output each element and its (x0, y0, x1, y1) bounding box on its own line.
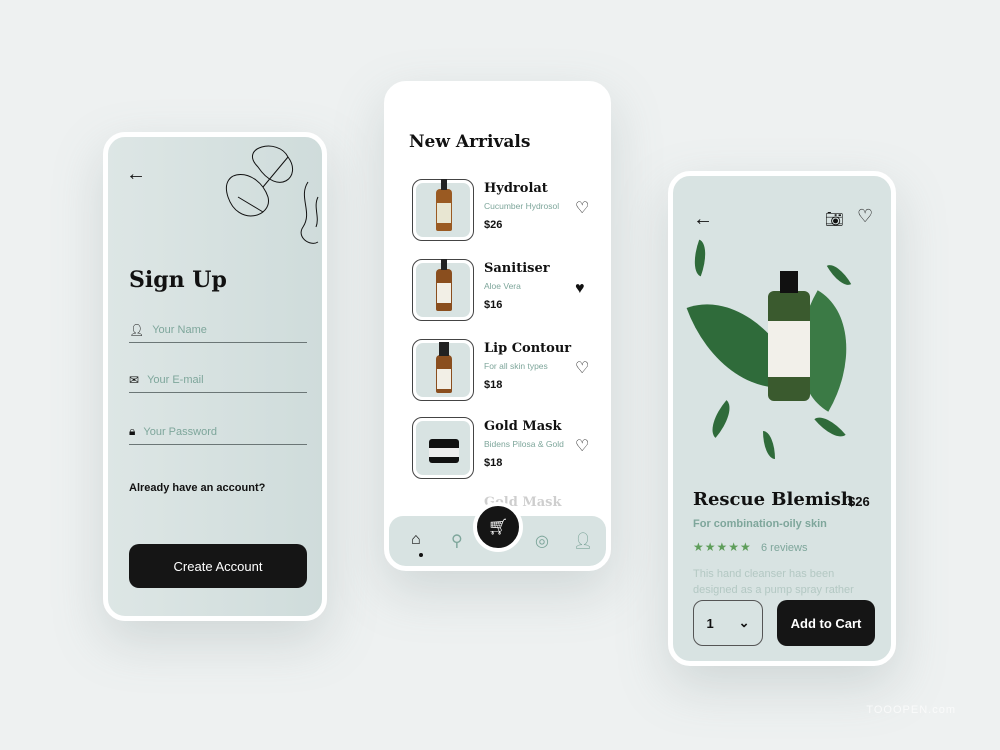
quantity-value: 1 (706, 615, 714, 631)
signup-screen: ← Sign Up 👤︎ Your Name ✉ Your E-mail 🔒︎ You… (103, 132, 327, 621)
product-detail-screen: ← 📷︎ ♡ Rescue Blemish $26 For combinatio… (668, 171, 896, 666)
home-icon[interactable]: ⌂ (411, 531, 421, 549)
active-indicator (419, 553, 423, 557)
product-thumbnail (412, 179, 474, 241)
list-item[interactable]: Lip Contour For all skin types $18 ♡ (409, 339, 599, 403)
email-field[interactable]: ✉ Your E-mail (129, 367, 307, 393)
item-name: Hydrolat (484, 181, 548, 196)
heart-outline-icon[interactable]: ♡ (857, 206, 873, 227)
item-price: $18 (484, 379, 503, 391)
password-field[interactable]: 🔒︎ Your Password (129, 419, 307, 445)
product-subtitle: For combination-oily skin (693, 518, 827, 530)
item-name: Gold Mask (484, 419, 562, 434)
product-image (673, 231, 891, 471)
heart-filled-icon[interactable]: ♥ (575, 281, 585, 297)
add-to-cart-button[interactable]: Add to Cart (777, 600, 875, 646)
product-description: This hand cleanser has been designed as … (693, 568, 854, 596)
search-icon[interactable]: ⚲ (451, 531, 463, 551)
product-name: Rescue Blemish (693, 489, 854, 510)
section-title: New Arrivals (409, 132, 531, 152)
create-account-button[interactable]: Create Account (129, 544, 307, 588)
password-placeholder: Your Password (143, 425, 217, 438)
profile-icon[interactable]: 👤︎ (573, 531, 593, 551)
product-thumbnail (412, 259, 474, 321)
camera-icon[interactable]: 📷︎ (825, 210, 844, 228)
item-price: $26 (484, 219, 503, 231)
star-rating: ★★★★★ (693, 540, 752, 554)
item-subtitle: Cucumber Hydrosol (484, 201, 560, 211)
cart-icon[interactable]: 🛒︎ (473, 502, 523, 552)
heart-outline-icon[interactable]: ♡ (575, 361, 589, 377)
lock-icon: 🔒︎ (129, 424, 136, 438)
name-placeholder: Your Name (152, 323, 207, 336)
item-subtitle: For all skin types (484, 361, 548, 371)
reviews-link[interactable]: 6 reviews (761, 542, 807, 554)
quantity-select[interactable]: 1 ⌄ (693, 600, 763, 646)
page-title: Sign Up (129, 267, 227, 293)
list-item[interactable]: Gold Mask Bidens Pilosa & Gold $18 ♡ (409, 417, 599, 481)
chevron-down-icon: ⌄ (738, 615, 750, 630)
item-name: Lip Contour (484, 341, 572, 356)
product-thumbnail (412, 417, 474, 479)
back-arrow-icon[interactable]: ← (693, 208, 713, 231)
item-subtitle: Aloe Vera (484, 281, 521, 291)
item-name: Sanitiser (484, 261, 550, 276)
product-price: $26 (848, 494, 870, 509)
mirror-icon[interactable]: ◎ (535, 531, 549, 551)
item-price: $18 (484, 457, 503, 469)
list-item[interactable]: Sanitiser Aloe Vera $16 ♥ (409, 259, 599, 323)
product-thumbnail (412, 339, 474, 401)
heart-outline-icon[interactable]: ♡ (575, 439, 589, 455)
name-field[interactable]: 👤︎ Your Name (129, 317, 307, 343)
line-art-face-illustration (225, 145, 319, 244)
back-arrow-icon[interactable]: ← (126, 163, 146, 186)
product-bottle (768, 271, 810, 401)
watermark: TOOOPEN.com (866, 704, 956, 716)
list-item[interactable]: Hydrolat Cucumber Hydrosol $26 ♡ (409, 179, 599, 243)
item-subtitle: Bidens Pilosa & Gold (484, 439, 564, 449)
heart-outline-icon[interactable]: ♡ (575, 201, 589, 217)
mail-icon: ✉ (129, 372, 140, 387)
new-arrivals-screen: New Arrivals Hydrolat Cucumber Hydrosol … (384, 81, 611, 571)
login-link[interactable]: Already have an account? (129, 482, 265, 494)
item-price: $16 (484, 299, 503, 311)
user-icon: 👤︎ (129, 322, 145, 337)
email-placeholder: Your E-mail (147, 373, 204, 386)
